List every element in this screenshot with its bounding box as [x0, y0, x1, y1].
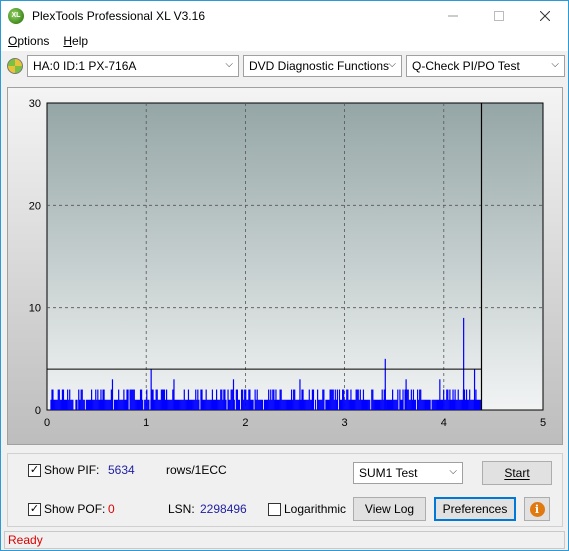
show-pof-label: Show POF:	[44, 502, 106, 516]
window-title: PlexTools Professional XL V3.16	[32, 9, 205, 23]
maximize-icon	[494, 11, 504, 21]
x-tick-labels: 0 1 2 3 4 5	[44, 417, 546, 429]
sum-test-select-value: SUM1 Test	[359, 466, 418, 480]
drive-select[interactable]: HA:0 ID:1 PX-716A ⌵	[27, 55, 239, 77]
status-text: Ready	[8, 533, 43, 547]
x-tick-label: 5	[540, 417, 546, 429]
menu-bar: Options Help	[1, 31, 568, 51]
chevron-down-icon: ⌵	[225, 59, 233, 70]
controls-panel: ✓ Show PIF: 5634 rows/1ECC SUM1 Test ⌵ S…	[7, 453, 563, 527]
pif-value: 5634	[108, 463, 135, 477]
preferences-button[interactable]: Preferences	[434, 497, 516, 521]
x-tick-label: 4	[441, 417, 447, 429]
function-select[interactable]: DVD Diagnostic Functions ⌵	[243, 55, 402, 77]
maximize-button[interactable]	[476, 1, 522, 31]
show-pif-checkbox[interactable]: ✓	[28, 464, 41, 477]
test-type-select[interactable]: Q-Check PI/PO Test ⌵	[406, 55, 565, 77]
y-tick-labels: 0 10 20 30	[29, 98, 41, 417]
y-tick-label: 0	[35, 405, 41, 417]
x-tick-label: 0	[44, 417, 50, 429]
start-button[interactable]: Start	[482, 461, 552, 485]
info-icon: i	[529, 501, 545, 517]
plextools-app-icon: XL	[8, 8, 24, 24]
drive-select-value: HA:0 ID:1 PX-716A	[33, 59, 137, 73]
drive-disc-icon	[7, 58, 23, 74]
show-pif-label: Show PIF:	[44, 463, 100, 477]
sum-test-select[interactable]: SUM1 Test ⌵	[353, 462, 463, 484]
menu-help[interactable]: Help	[56, 34, 95, 48]
chart-panel: 0 1 2 3 4 5 0 10 20 30	[7, 87, 563, 445]
rows-label: rows/1ECC	[166, 463, 227, 477]
start-button-label: Start	[504, 466, 530, 480]
pof-value: 0	[108, 502, 115, 516]
lsn-value: 2298496	[200, 502, 247, 516]
minimize-icon	[448, 15, 458, 17]
menu-options-rest: ptions	[17, 34, 50, 48]
chevron-down-icon: ⌵	[449, 466, 457, 477]
close-button[interactable]	[522, 1, 568, 31]
status-bar: Ready	[4, 531, 565, 549]
menu-help-rest: elp	[72, 34, 89, 48]
logarithmic-checkbox[interactable]	[268, 503, 281, 516]
view-log-button[interactable]: View Log	[353, 497, 426, 521]
view-log-button-label: View Log	[364, 502, 415, 516]
title-bar: XL PlexTools Professional XL V3.16	[1, 1, 568, 31]
info-button[interactable]: i	[524, 497, 550, 521]
toolbar: HA:0 ID:1 PX-716A ⌵ DVD Diagnostic Funct…	[1, 53, 568, 79]
menu-help-accel: H	[63, 34, 73, 48]
x-tick-label: 2	[242, 417, 248, 429]
x-tick-label: 1	[143, 417, 149, 429]
y-tick-label: 20	[29, 200, 41, 212]
plot-area	[46, 102, 544, 411]
lsn-label: LSN:	[168, 502, 195, 516]
test-type-select-value: Q-Check PI/PO Test	[412, 59, 520, 73]
logarithmic-label: Logarithmic	[284, 502, 347, 516]
function-select-value: DVD Diagnostic Functions	[249, 59, 390, 73]
y-tick-label: 10	[29, 303, 41, 315]
chevron-down-icon: ⌵	[388, 59, 396, 70]
y-tick-label: 30	[29, 98, 41, 110]
close-icon	[540, 11, 550, 21]
menu-options-accel: O	[8, 34, 18, 48]
preferences-button-label: Preferences	[442, 502, 508, 516]
show-pof-checkbox[interactable]: ✓	[28, 503, 41, 516]
app-window: XL PlexTools Professional XL V3.16 Optio…	[0, 0, 569, 551]
chevron-down-icon: ⌵	[551, 59, 559, 70]
x-tick-label: 3	[342, 417, 348, 429]
pipo-chart: 0 1 2 3 4 5 0 10 20 30	[29, 98, 546, 429]
menu-options[interactable]: Options	[1, 34, 56, 48]
window-controls	[430, 1, 568, 31]
minimize-button[interactable]	[430, 1, 476, 31]
